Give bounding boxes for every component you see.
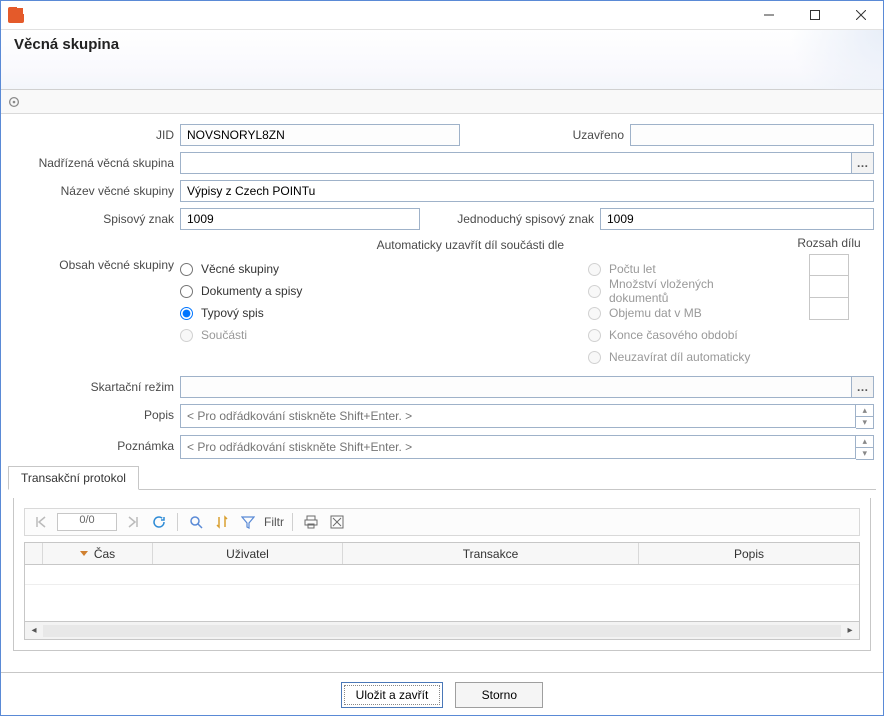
header: Věcná skupina (0, 30, 884, 90)
chevron-down-icon: ▾ (856, 417, 873, 428)
auto-option-objemu: Objemu dat v MB (588, 302, 760, 324)
auto-option-neuzavirat: Neuzavírat díl automaticky (588, 346, 760, 368)
jednoduchy-znak-field[interactable] (600, 208, 874, 230)
protocol-grid: Čas Uživatel Transakce Popis ◂ ▸ (24, 542, 860, 640)
obsah-label: Obsah věcné skupiny (10, 236, 180, 272)
minimize-icon (764, 10, 774, 20)
sort-button[interactable] (212, 512, 232, 532)
chevron-down-icon: ▾ (856, 448, 873, 459)
pager-first-button[interactable] (31, 512, 51, 532)
print-icon (304, 515, 318, 529)
scroll-left-icon[interactable]: ◂ (25, 622, 43, 640)
first-page-icon (34, 515, 48, 529)
filter-button[interactable] (238, 512, 258, 532)
nadrizena-browse-button[interactable]: … (852, 152, 874, 174)
sort-desc-icon (80, 551, 88, 556)
close-icon (856, 10, 866, 20)
chevron-up-icon: ▴ (856, 436, 873, 448)
rozsah-dilu-stack (809, 254, 849, 320)
column-uzivatel[interactable]: Uživatel (153, 543, 343, 564)
close-button[interactable] (838, 0, 884, 30)
poznamka-field[interactable] (180, 435, 856, 459)
popis-spinner[interactable]: ▴▾ (856, 404, 874, 429)
rozsah-dilu-field-1 (809, 254, 849, 276)
spisovy-znak-label: Spisový znak (10, 212, 180, 226)
jid-field (180, 124, 460, 146)
column-transakce[interactable]: Transakce (343, 543, 639, 564)
nazev-field[interactable] (180, 180, 874, 202)
grid-handle (25, 543, 43, 564)
poznamka-spinner[interactable]: ▴▾ (856, 435, 874, 460)
skartacni-rezim-browse-button[interactable]: … (852, 376, 874, 398)
refresh-button[interactable] (149, 512, 169, 532)
refresh-icon (152, 515, 166, 529)
jid-label: JID (10, 128, 180, 142)
export-button[interactable] (327, 512, 347, 532)
column-cas[interactable]: Čas (43, 543, 153, 564)
obsah-option-dokumenty[interactable]: Dokumenty a spisy (180, 280, 350, 302)
tab-transakcni-protokol[interactable]: Transakční protokol (8, 466, 139, 490)
rozsah-dilu-field-3 (809, 298, 849, 320)
uzavreno-field (630, 124, 874, 146)
chevron-up-icon: ▴ (856, 405, 873, 417)
print-button[interactable] (301, 512, 321, 532)
auto-option-konce: Konce časového období (588, 324, 760, 346)
obsah-option-vecne[interactable]: Věcné skupiny (180, 258, 350, 280)
settings-toolbar (0, 90, 884, 114)
pager-display: 0/0 (57, 513, 117, 531)
auto-option-mnozstvi: Množství vložených dokumentů (588, 280, 760, 302)
export-icon (330, 515, 344, 529)
protocol-toolbar: 0/0 Filtr (24, 508, 860, 536)
titlebar (0, 0, 884, 30)
gear-icon (7, 95, 21, 109)
maximize-icon (810, 10, 820, 20)
cancel-button[interactable]: Storno (455, 682, 543, 708)
grid-body (25, 565, 859, 621)
minimize-button[interactable] (746, 0, 792, 30)
rozsah-dilu-field-2 (809, 276, 849, 298)
app-icon (8, 7, 24, 23)
poznamka-label: Poznámka (10, 435, 180, 453)
next-page-icon (126, 515, 140, 529)
uzavreno-label: Uzavřeno (460, 128, 630, 142)
scroll-right-icon[interactable]: ▸ (841, 622, 859, 640)
spisovy-znak-field[interactable] (180, 208, 420, 230)
popis-field[interactable] (180, 404, 856, 428)
nadrizena-field[interactable] (180, 152, 852, 174)
form-body: JID Uzavřeno Nadřízená věcná skupina … N… (0, 114, 884, 460)
pager-next-button[interactable] (123, 512, 143, 532)
obsah-option-soucasti: Součásti (180, 324, 350, 346)
obsah-option-typovy[interactable]: Typový spis (180, 302, 350, 324)
popis-label: Popis (10, 404, 180, 422)
grid-hscrollbar[interactable]: ◂ ▸ (25, 621, 859, 639)
column-popis[interactable]: Popis (639, 543, 859, 564)
footer: Uložit a zavřít Storno (0, 672, 884, 716)
jednoduchy-znak-label: Jednoduchý spisový znak (420, 212, 600, 226)
nazev-label: Název věcné skupiny (10, 184, 180, 198)
maximize-button[interactable] (792, 0, 838, 30)
save-close-button[interactable]: Uložit a zavřít (341, 682, 444, 708)
page-title: Věcná skupina (14, 36, 870, 53)
nadrizena-label: Nadřízená věcná skupina (10, 156, 180, 170)
settings-button[interactable] (6, 94, 22, 110)
search-button[interactable] (186, 512, 206, 532)
sort-icon (215, 515, 229, 529)
search-icon (189, 515, 203, 529)
filter-icon (241, 515, 255, 529)
rozsah-dilu-label: Rozsah dílu (789, 236, 869, 250)
filter-label: Filtr (264, 515, 284, 529)
skartacni-rezim-field[interactable] (180, 376, 852, 398)
skartacni-rezim-label: Skartační režim (10, 380, 180, 394)
